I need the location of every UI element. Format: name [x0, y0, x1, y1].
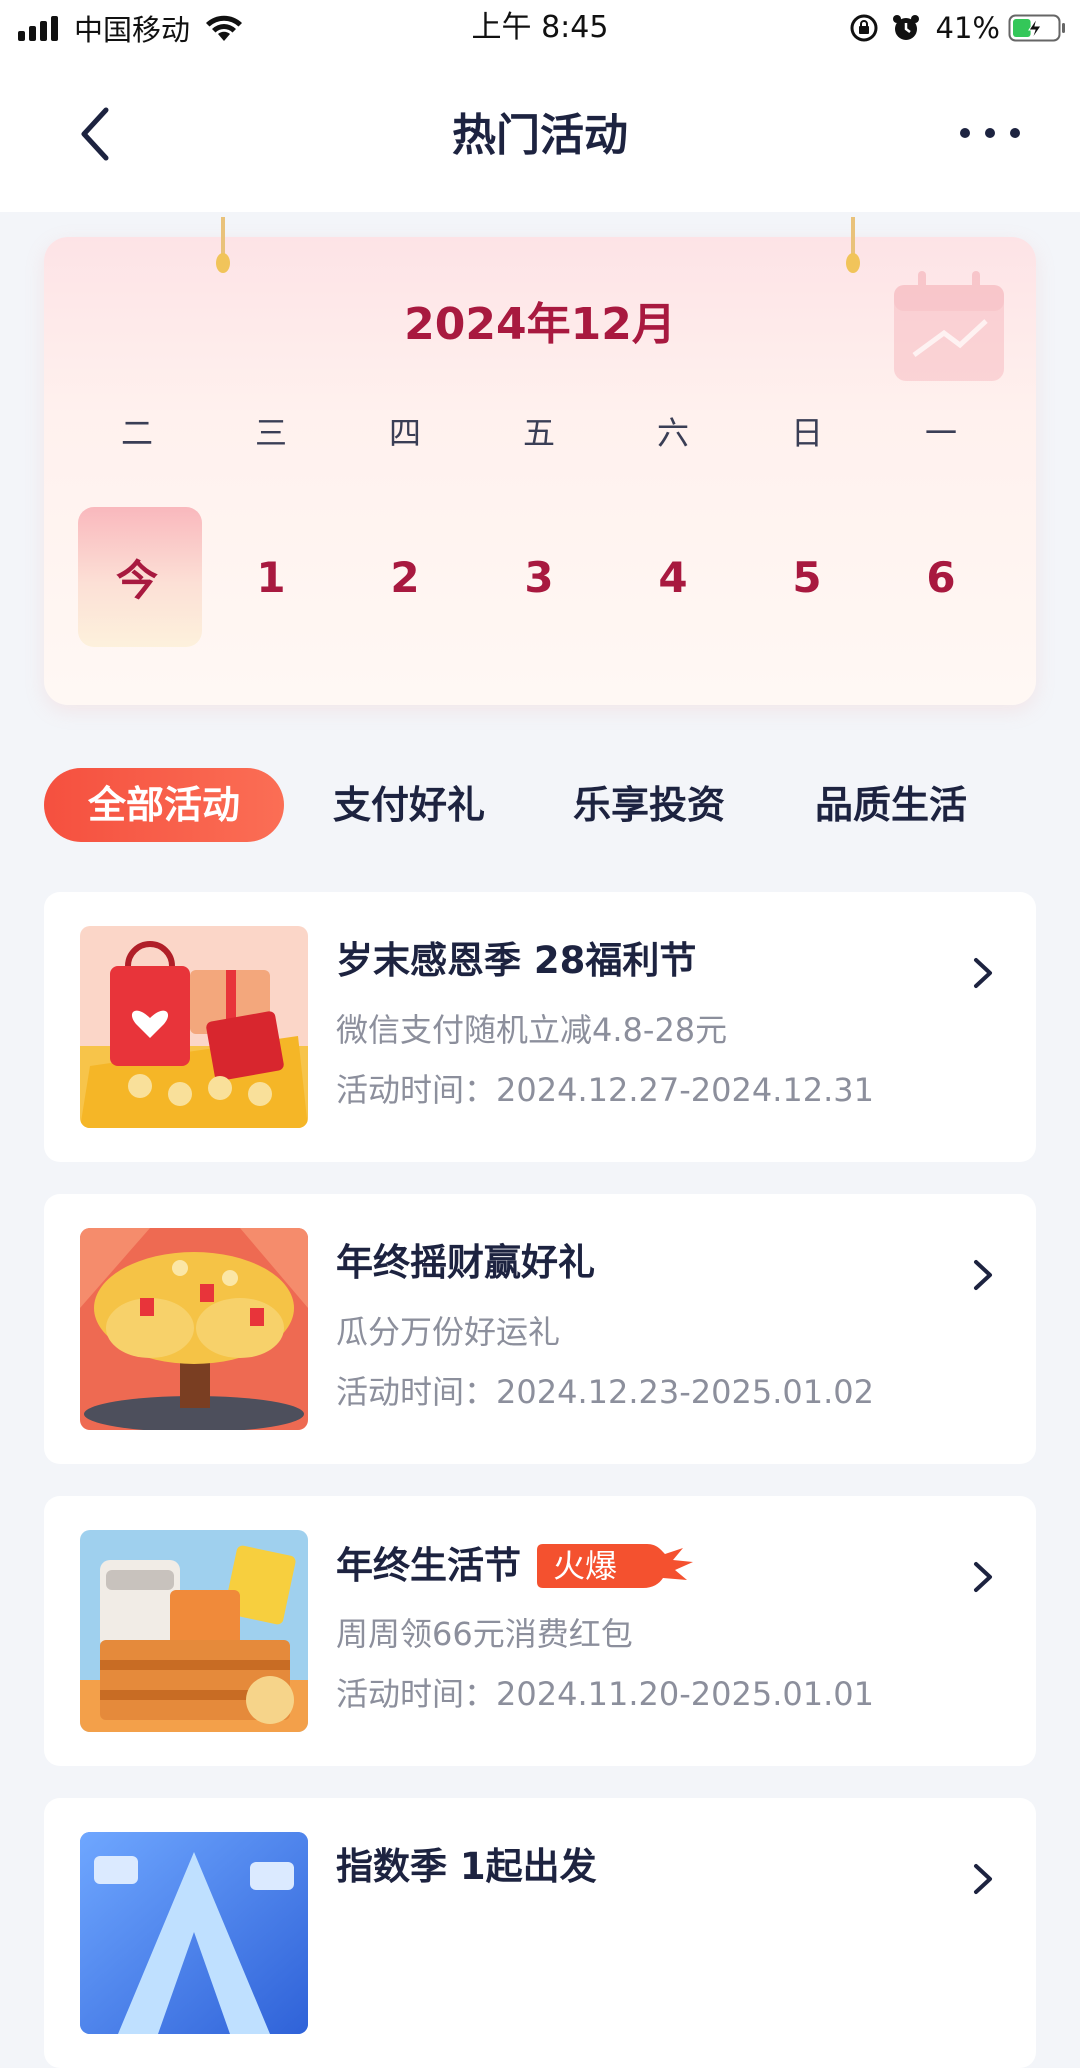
calendar-day-label: 3 [524, 552, 554, 602]
calendar-day-today[interactable]: 今 [70, 507, 204, 647]
tab-investment[interactable]: 乐享投资 [554, 768, 744, 842]
index-letter-a-image [80, 1832, 308, 2034]
activity-time: 活动时间：2024.12.23-2025.01.02 [336, 1373, 874, 1411]
calendar-day-label: 4 [658, 552, 688, 602]
page-title: 热门活动 [452, 110, 628, 161]
activity-card[interactable]: 年终摇财赢好礼 瓜分万份好运礼 活动时间：2024.12.23-2025.01.… [44, 1194, 1036, 1464]
calendar-day[interactable]: 5 [740, 507, 874, 647]
activity-title: 年终摇财赢好礼 [336, 1241, 595, 1284]
category-tabs: 全部活动 支付好礼 乐享投资 品质生活 [44, 768, 1044, 842]
calendar-weekdays: 二 三 四 五 六 日 一 [70, 411, 1010, 455]
calendar-day-label: 今 [115, 555, 158, 605]
calendar-day-label: 1 [256, 552, 286, 602]
activity-card[interactable]: 年终生活节 火爆 周周领66元消费红包 活动时间：2024.11.20-2025… [44, 1496, 1036, 1766]
weekday-label: 一 [924, 414, 957, 452]
chevron-right-icon[interactable] [970, 1254, 996, 1296]
rotation-lock-icon [850, 14, 878, 42]
calendar-day[interactable]: 6 [874, 507, 1008, 647]
calendar-month-title: 2024年12月 [404, 299, 676, 350]
calendar-day[interactable]: 2 [338, 507, 472, 647]
calendar-day-label: 6 [926, 552, 956, 602]
hot-badge-label: 火爆 [553, 1547, 618, 1585]
weekday-label: 六 [656, 414, 689, 452]
battery-percent: 41% [935, 11, 1000, 45]
activity-subtitle: 微信支付随机立减4.8-28元 [336, 1011, 728, 1049]
weekday-label: 三 [254, 414, 287, 452]
hot-badge: 火爆 [535, 1540, 693, 1592]
more-dots-icon[interactable] [960, 118, 1020, 148]
activity-subtitle: 瓜分万份好运礼 [336, 1313, 561, 1351]
activity-title: 年终生活节 火爆 [336, 1540, 693, 1592]
calendar-day-label: 5 [792, 552, 822, 602]
activity-card[interactable]: 指数季 1起出发 [44, 1798, 1036, 2068]
weekday-label: 五 [522, 414, 555, 452]
calendar-days: 今 1 2 3 4 5 6 [70, 507, 1010, 647]
tab-quality-life[interactable]: 品质生活 [796, 768, 986, 842]
activity-title: 岁末感恩季 28福利节 [336, 939, 697, 982]
alarm-icon [892, 15, 919, 40]
activity-subtitle: 周周领66元消费红包 [336, 1615, 633, 1653]
chevron-right-icon[interactable] [970, 952, 996, 994]
calendar-day-label: 2 [390, 552, 420, 602]
nav-bar: 热门活动 [0, 56, 1080, 212]
gift-crate-image [80, 1530, 308, 1732]
chevron-right-icon[interactable] [970, 1858, 996, 1900]
shopping-bag-gift-image [80, 926, 308, 1128]
chevron-right-icon[interactable] [970, 1556, 996, 1598]
calendar-day[interactable]: 3 [472, 507, 606, 647]
status-bar: 中国移动 上午 8:45 41% [0, 0, 1080, 56]
activity-title: 指数季 1起出发 [336, 1845, 597, 1888]
calendar-day[interactable]: 4 [606, 507, 740, 647]
weekday-label: 二 [120, 414, 153, 452]
tab-all-activities[interactable]: 全部活动 [44, 768, 284, 842]
weekday-label: 四 [388, 414, 421, 452]
activity-time: 活动时间：2024.11.20-2025.01.01 [336, 1675, 874, 1713]
activity-time: 活动时间：2024.12.27-2024.12.31 [336, 1071, 874, 1109]
pin-icon [216, 217, 230, 273]
activity-card[interactable]: 岁末感恩季 28福利节 微信支付随机立减4.8-28元 活动时间：2024.12… [44, 892, 1036, 1162]
status-right: 41% [838, 8, 1066, 48]
battery-charging-icon [1008, 14, 1065, 42]
weekday-label: 日 [790, 414, 823, 452]
pin-icon [846, 217, 860, 273]
activity-title-text: 年终生活节 [336, 1544, 521, 1587]
calendar-card: 2024年12月 二 三 四 五 六 日 一 今 1 2 3 4 5 6 [44, 217, 1036, 705]
calendar-day[interactable]: 1 [204, 507, 338, 647]
money-tree-image [80, 1228, 308, 1430]
tab-payment-gifts[interactable]: 支付好礼 [314, 768, 504, 842]
